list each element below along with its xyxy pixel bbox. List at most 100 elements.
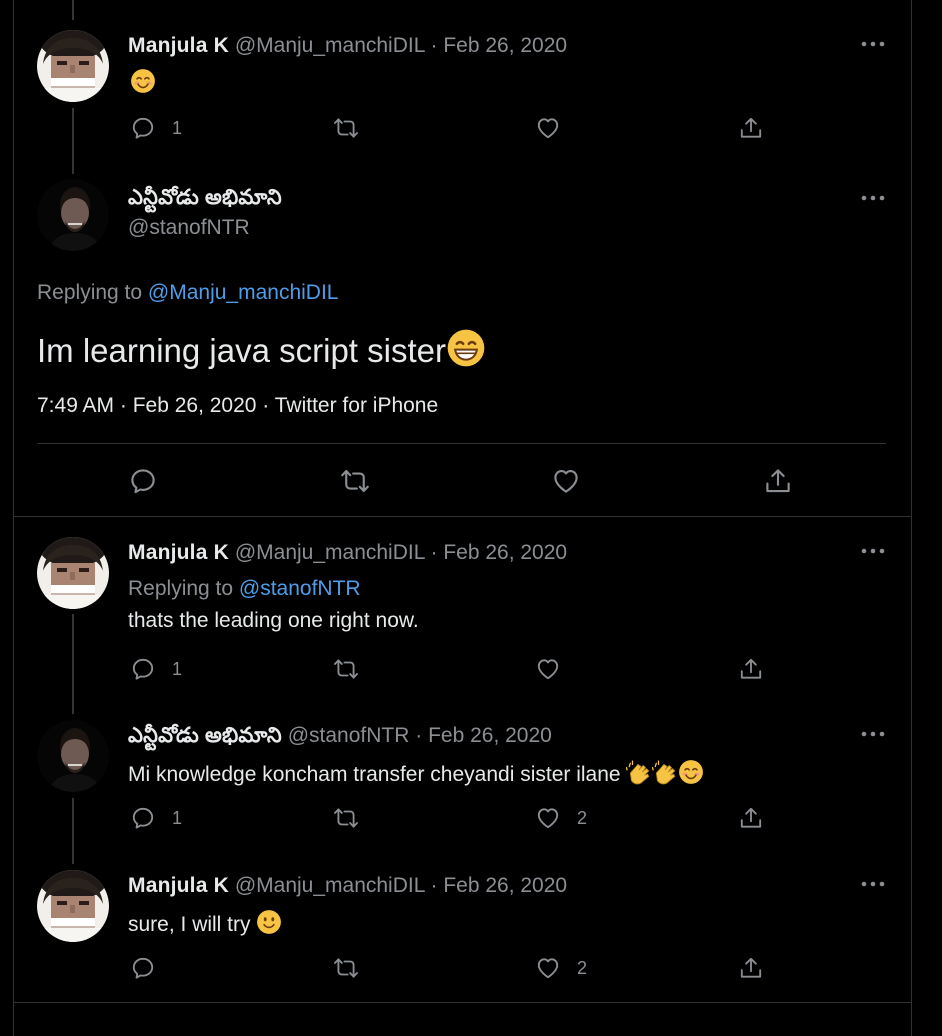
avatar[interactable] <box>37 30 109 102</box>
share-icon <box>738 115 764 141</box>
retweet-button[interactable] <box>332 803 360 833</box>
thread-line <box>72 798 74 864</box>
handle[interactable]: @Manju_manchiDIL <box>235 874 425 897</box>
share-button[interactable] <box>738 953 764 983</box>
more-icon[interactable] <box>861 729 885 739</box>
reply-icon <box>130 955 156 981</box>
like-button[interactable] <box>535 654 561 684</box>
tweet-text-content: sure, I will try <box>128 913 251 936</box>
display-name[interactable]: Manjula K <box>128 874 229 897</box>
separator: · <box>430 874 438 897</box>
display-name[interactable]: ఎన్టీవోడు అభిమాని <box>128 724 282 747</box>
reply-count: 1 <box>172 117 183 138</box>
reply-icon <box>130 656 156 682</box>
replying-to-label: Replying to <box>128 577 234 600</box>
separator: · <box>415 724 423 747</box>
display-name[interactable]: Manjula K <box>128 34 229 57</box>
tweet-header: Manjula K @Manju_manchiDIL · Feb 26, 202… <box>128 873 567 899</box>
like-button[interactable]: 2 <box>535 953 587 983</box>
retweet-icon <box>339 466 371 496</box>
clapping-hands-emoji <box>626 759 652 792</box>
tweet-date[interactable]: Feb 26, 2020 <box>443 34 567 57</box>
tweet-date[interactable]: Feb 26, 2020 <box>428 724 552 747</box>
share-button[interactable] <box>738 803 764 833</box>
reply-button[interactable] <box>130 953 156 983</box>
like-icon <box>535 656 561 682</box>
replying-to: Replying to @Manju_manchiDIL <box>37 280 338 306</box>
tweet-header: Manjula K @Manju_manchiDIL · Feb 26, 202… <box>128 33 567 59</box>
divider <box>13 516 911 517</box>
like-icon <box>535 115 561 141</box>
more-icon[interactable] <box>861 39 885 49</box>
share-button[interactable] <box>763 466 793 496</box>
handle[interactable]: @Manju_manchiDIL <box>235 34 425 57</box>
like-icon <box>551 466 581 496</box>
tweet-text: Im learning java script sister <box>37 328 486 377</box>
like-icon <box>535 955 561 981</box>
tweet-text: thats the leading one right now. <box>128 609 419 632</box>
reply-button[interactable]: 1 <box>130 654 182 684</box>
smiling-face-emoji <box>130 68 156 99</box>
replying-to-link[interactable]: @stanofNTR <box>239 577 361 600</box>
share-icon <box>738 805 764 831</box>
handle[interactable]: @stanofNTR <box>288 724 410 747</box>
retweet-button[interactable] <box>339 466 371 496</box>
tweet-text-content: Mi knowledge koncham transfer cheyandi s… <box>128 763 621 786</box>
reply-icon <box>130 115 156 141</box>
tweet-header: ఎన్టీవోడు అభిమాని <box>128 185 282 211</box>
reply-icon <box>130 805 156 831</box>
display-name[interactable]: Manjula K <box>128 541 229 564</box>
display-name[interactable]: ఎన్టీవోడు అభిమాని <box>128 186 282 209</box>
tweet-header: ఎన్టీవోడు అభిమాని @stanofNTR · Feb 26, 2… <box>128 723 552 749</box>
handle[interactable]: @Manju_manchiDIL <box>235 541 425 564</box>
smiling-face-emoji <box>678 759 704 792</box>
share-icon <box>738 955 764 981</box>
tweet-text: sure, I will try <box>128 909 282 942</box>
share-icon <box>738 656 764 682</box>
like-button[interactable] <box>551 466 581 496</box>
thread-line <box>72 614 74 714</box>
divider <box>13 1002 911 1003</box>
clapping-hands-emoji <box>652 759 678 792</box>
avatar[interactable] <box>37 720 109 792</box>
more-icon[interactable] <box>861 193 885 203</box>
thread-line <box>72 108 74 174</box>
separator: · <box>430 541 438 564</box>
avatar[interactable] <box>37 537 109 609</box>
like-button[interactable]: 2 <box>535 803 587 833</box>
avatar[interactable] <box>37 179 109 251</box>
retweet-button[interactable] <box>332 953 360 983</box>
tweet-date[interactable]: Feb 26, 2020 <box>443 541 567 564</box>
like-count: 2 <box>577 957 588 978</box>
reply-icon <box>128 466 158 496</box>
more-icon[interactable] <box>861 546 885 556</box>
like-button[interactable] <box>535 113 561 143</box>
replying-to-link[interactable]: @Manju_manchiDIL <box>148 281 339 304</box>
tweet-text-content: Im learning java script sister <box>37 332 446 369</box>
retweet-button[interactable] <box>332 654 360 684</box>
thread-line <box>72 0 74 20</box>
slightly-smiling-face-emoji <box>256 909 282 942</box>
reply-count: 1 <box>172 807 183 828</box>
reply-button[interactable]: 1 <box>130 803 182 833</box>
like-icon <box>535 805 561 831</box>
reply-count: 1 <box>172 658 183 679</box>
retweet-icon <box>332 115 360 141</box>
grinning-face-emoji <box>446 328 486 377</box>
retweet-icon <box>332 656 360 682</box>
tweet-date[interactable]: Feb 26, 2020 <box>443 874 567 897</box>
share-button[interactable] <box>738 113 764 143</box>
share-button[interactable] <box>738 654 764 684</box>
more-icon[interactable] <box>861 879 885 889</box>
reply-button[interactable]: 1 <box>130 113 182 143</box>
retweet-icon <box>332 955 360 981</box>
tweet-header: Manjula K @Manju_manchiDIL · Feb 26, 202… <box>128 540 567 566</box>
reply-button[interactable] <box>128 466 158 496</box>
divider <box>37 443 886 444</box>
tweet-timestamp[interactable]: 7:49 AM · Feb 26, 2020 · Twitter for iPh… <box>37 393 438 419</box>
avatar[interactable] <box>37 870 109 942</box>
like-count: 2 <box>577 807 588 828</box>
retweet-button[interactable] <box>332 113 360 143</box>
handle[interactable]: @stanofNTR <box>128 215 250 241</box>
share-icon <box>763 466 793 496</box>
